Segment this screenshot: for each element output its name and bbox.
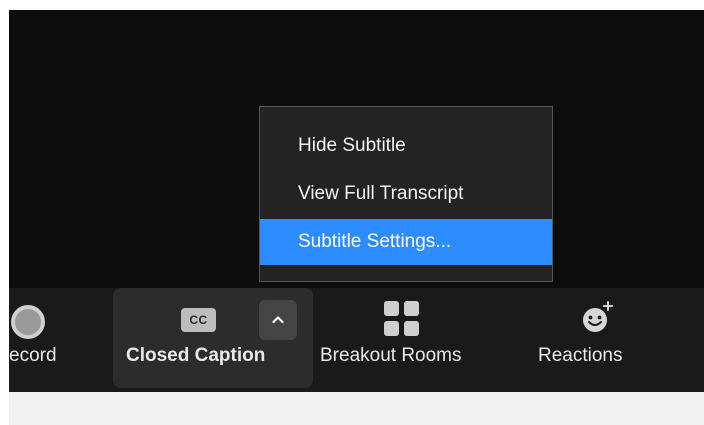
menu-item-subtitle-settings[interactable]: Subtitle Settings... xyxy=(260,219,552,265)
record-label: ecord xyxy=(9,345,57,366)
menu-item-view-full-transcript[interactable]: View Full Transcript xyxy=(260,171,552,217)
closed-caption-options-button[interactable] xyxy=(259,300,297,340)
grid-icon xyxy=(384,301,420,337)
breakout-rooms-button[interactable]: Breakout Rooms xyxy=(314,288,504,392)
reactions-label: Reactions xyxy=(538,345,623,366)
smile-plus-icon xyxy=(583,301,613,332)
menu-item-hide-subtitle[interactable]: Hide Subtitle xyxy=(260,123,552,169)
meeting-toolbar: ecord CC Closed Caption Breakout Rooms R xyxy=(9,288,704,392)
closed-caption-label: Closed Caption xyxy=(126,345,266,366)
closed-caption-menu: Hide Subtitle View Full Transcript Subti… xyxy=(259,106,553,282)
bottom-strip xyxy=(9,392,704,425)
breakout-rooms-label: Breakout Rooms xyxy=(320,345,462,366)
reactions-button[interactable]: Reactions xyxy=(529,288,659,392)
chevron-up-icon xyxy=(272,316,284,324)
closed-caption-button[interactable]: CC Closed Caption xyxy=(113,288,313,388)
record-button[interactable]: ecord xyxy=(9,288,109,392)
record-icon xyxy=(11,305,45,339)
cc-icon: CC xyxy=(181,308,216,332)
